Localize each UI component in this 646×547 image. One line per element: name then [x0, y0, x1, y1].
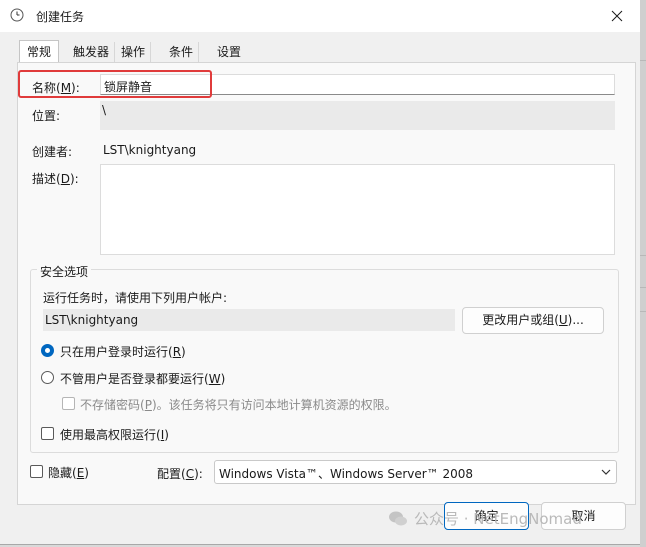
tab-conditions[interactable]: 条件	[164, 42, 200, 62]
tab-settings[interactable]: 设置	[212, 42, 246, 62]
configure-for-value: Windows Vista™、Windows Server™ 2008	[219, 467, 474, 481]
author-label: 创建者:	[32, 145, 73, 159]
author-value: LST\knightyang	[103, 143, 197, 157]
radio-only-logged-on[interactable]	[41, 344, 54, 357]
close-button[interactable]	[594, 0, 640, 32]
radio-only-logged-on-label[interactable]: 只在用户登录时运行(R)	[60, 343, 186, 360]
radio-logged-on-or-not[interactable]	[41, 371, 54, 384]
location-label: 位置:	[32, 109, 61, 123]
security-options-title: 安全选项	[37, 263, 92, 280]
watermark-text: 公众号 · NetEngNomad	[414, 510, 582, 528]
run-as-user-field: LST\knightyang	[43, 309, 455, 331]
watermark: 公众号 · NetEngNomad	[388, 508, 582, 529]
hidden-checkbox[interactable]	[30, 465, 43, 478]
run-as-user-value: LST\knightyang	[45, 313, 139, 327]
change-user-button[interactable]: 更改用户或组(U)...	[462, 307, 604, 334]
no-store-password-checkbox[interactable]	[62, 397, 75, 410]
close-icon	[611, 10, 623, 22]
title-bar: 创建任务	[0, 0, 640, 32]
wechat-icon	[389, 511, 407, 525]
hidden-label[interactable]: 隐藏(E)	[48, 464, 89, 481]
highest-privileges-checkbox[interactable]	[41, 427, 54, 440]
tab-general[interactable]: 常规	[19, 40, 60, 63]
chevron-down-icon	[601, 469, 611, 475]
name-highlight-box	[18, 70, 212, 98]
clock-icon	[10, 8, 24, 22]
configure-for-label: 配置(C):	[157, 467, 203, 481]
tab-triggers[interactable]: 触发器	[68, 42, 116, 62]
description-input[interactable]	[100, 164, 615, 255]
window-title: 创建任务	[36, 10, 85, 24]
run-as-label: 运行任务时，请使用下列用户帐户:	[43, 291, 228, 305]
tab-actions[interactable]: 操作	[116, 42, 152, 62]
highest-privileges-label[interactable]: 使用最高权限运行(I)	[60, 426, 169, 443]
description-label: 描述(D):	[32, 172, 79, 186]
radio-logged-on-or-not-label[interactable]: 不管用户是否登录都要运行(W)	[60, 370, 225, 387]
configure-for-dropdown[interactable]: Windows Vista™、Windows Server™ 2008	[214, 460, 617, 484]
no-store-password-label: 不存储密码(P)。该任务将只有访问本地计算机资源的权限。	[80, 398, 397, 412]
background-window-edge	[640, 0, 646, 547]
location-field: \	[100, 101, 615, 130]
location-value: \	[102, 103, 107, 117]
create-task-dialog: 创建任务 常规 触发器 操作 条件 设置 名称(M): 锁屏静音 位置: \ 创…	[0, 0, 641, 545]
